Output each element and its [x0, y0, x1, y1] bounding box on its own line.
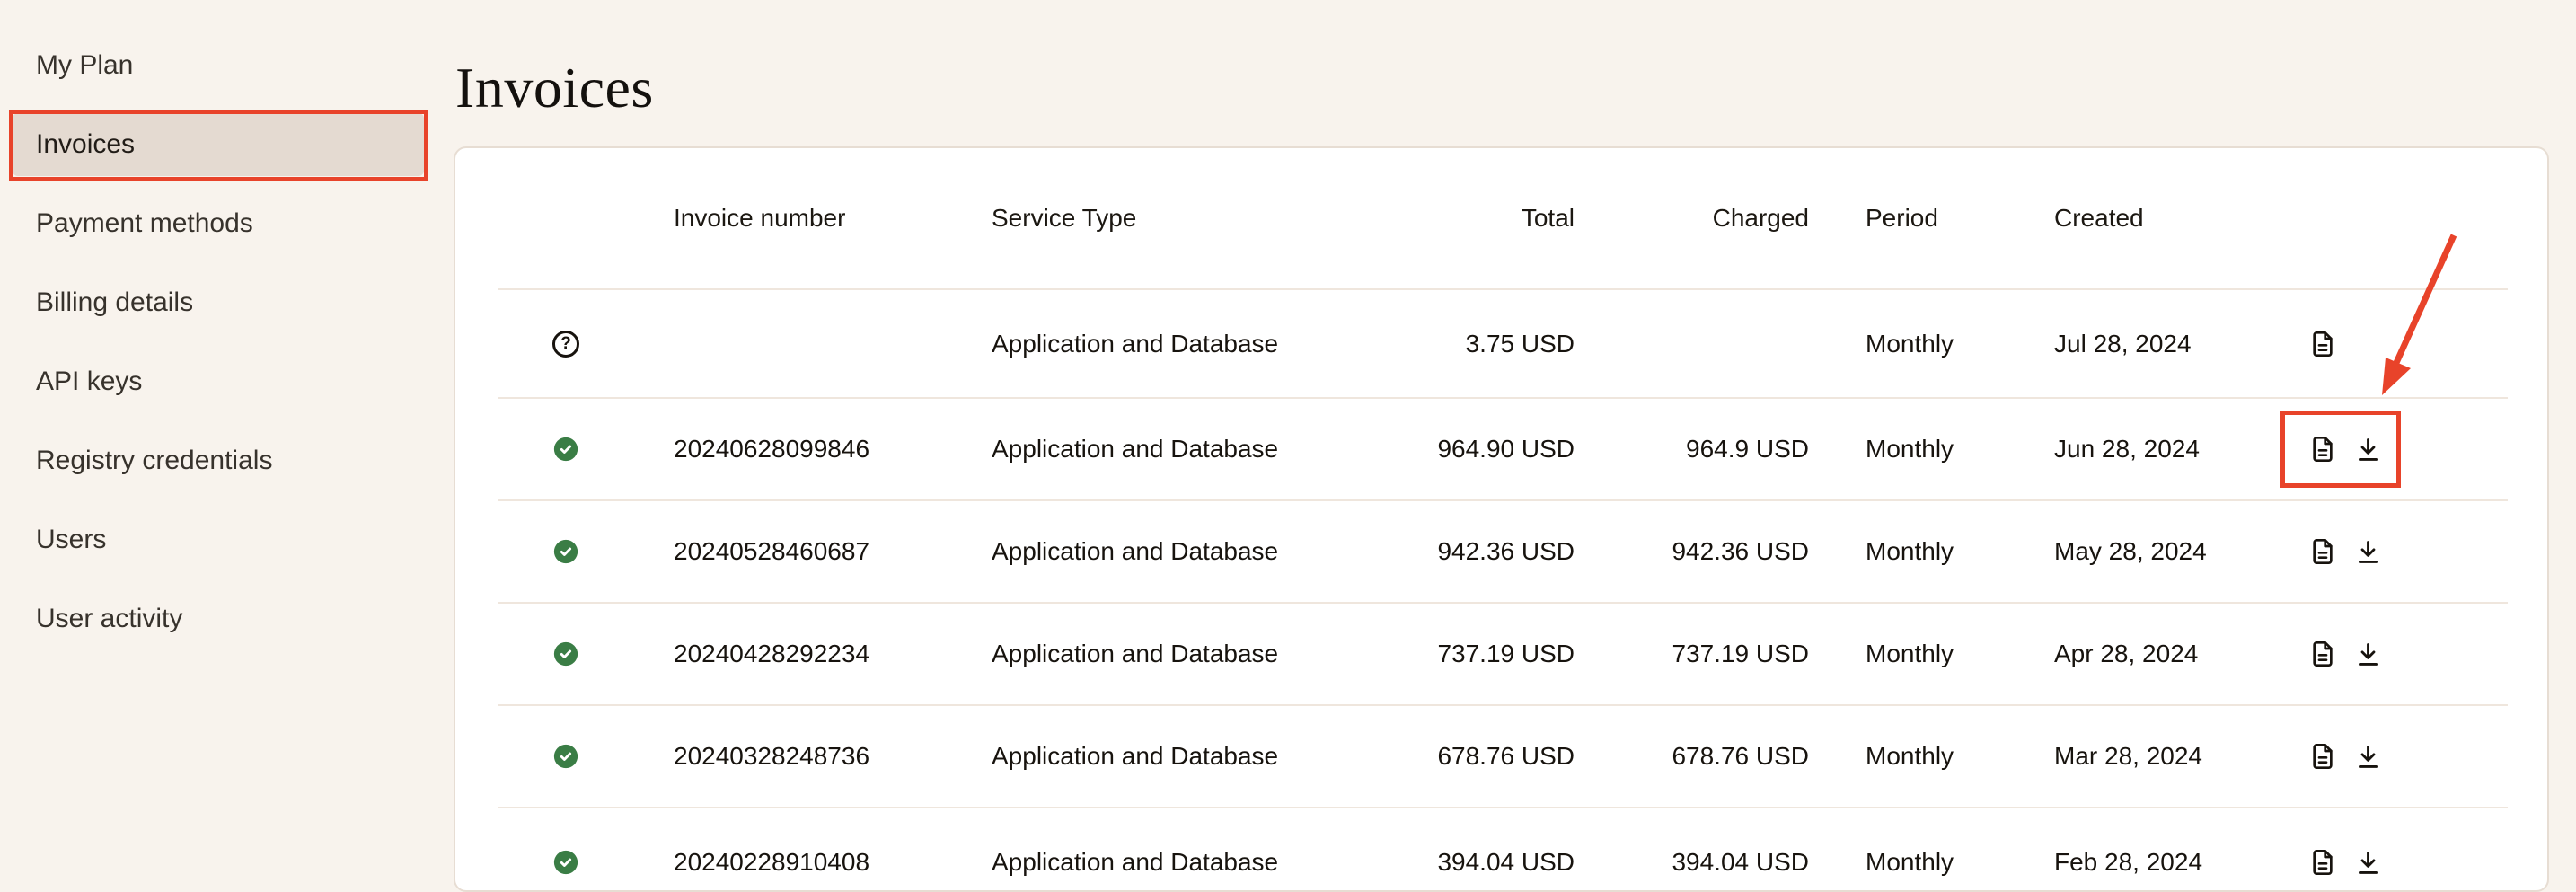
- invoice-total: 737.19 USD: [1396, 640, 1575, 668]
- view-invoice-file-icon[interactable]: [2307, 329, 2338, 359]
- invoice-created: Feb 28, 2024: [2054, 848, 2295, 877]
- invoice-period: Monthly: [1809, 537, 2054, 566]
- download-invoice-icon[interactable]: [2352, 741, 2383, 772]
- billing-sidebar: My Plan Invoices Payment methods Billing de…: [0, 0, 454, 853]
- invoice-total: 942.36 USD: [1396, 537, 1575, 566]
- invoices-table: Invoice number Service Type Total Charge…: [498, 148, 2508, 892]
- invoice-charged: 942.36 USD: [1575, 537, 1809, 566]
- invoice-charged: 678.76 USD: [1575, 742, 1809, 771]
- sidebar-item-registry-credentials[interactable]: Registry credentials: [0, 429, 454, 492]
- service-type: Application and Database: [992, 640, 1396, 668]
- invoice-number: 20240428292234: [674, 640, 992, 668]
- status-paid-icon: [552, 436, 579, 463]
- invoice-number: 20240228910408: [674, 848, 992, 877]
- table-row: ? 20240428292234 Application and Databas…: [498, 604, 2508, 706]
- actions-cell: [2295, 741, 2508, 772]
- charged-column-header: Charged: [1575, 204, 1809, 233]
- invoice-period: Monthly: [1809, 435, 2054, 464]
- invoice-created: Jun 28, 2024: [2054, 435, 2295, 464]
- invoice-created: Jul 28, 2024: [2054, 330, 2295, 358]
- status-unknown-icon[interactable]: ?: [552, 331, 579, 358]
- service-type: Application and Database: [992, 537, 1396, 566]
- invoice-charged: 964.9 USD: [1575, 435, 1809, 464]
- page-title: Invoices: [455, 55, 654, 121]
- view-invoice-file-icon[interactable]: [2307, 434, 2338, 464]
- sidebar-item-users[interactable]: Users: [0, 508, 454, 571]
- invoice-created: May 28, 2024: [2054, 537, 2295, 566]
- service-type: Application and Database: [992, 435, 1396, 464]
- invoice-period: Monthly: [1809, 848, 2054, 877]
- service-type: Application and Database: [992, 330, 1396, 358]
- invoice-number: 20240328248736: [674, 742, 992, 771]
- period-column-header: Period: [1809, 204, 2054, 233]
- table-row: ? 20240228910408 Application and Databas…: [498, 808, 2508, 892]
- invoice-number: 20240528460687: [674, 537, 992, 566]
- invoice-created: Apr 28, 2024: [2054, 640, 2295, 668]
- service-type: Application and Database: [992, 848, 1396, 877]
- invoices-page: Invoices Invoice number Service Type Tot…: [454, 0, 2576, 853]
- actions-cell: [2295, 434, 2508, 464]
- invoice-period: Monthly: [1809, 640, 2054, 668]
- view-invoice-file-icon[interactable]: [2307, 847, 2338, 878]
- download-invoice-icon[interactable]: [2352, 434, 2383, 464]
- table-row: ? 20240628099846 Application and Databas…: [498, 399, 2508, 501]
- status-cell: ?: [498, 331, 674, 358]
- total-column-header: Total: [1396, 204, 1575, 233]
- download-invoice-icon[interactable]: [2352, 639, 2383, 669]
- invoices-table-card: Invoice number Service Type Total Charge…: [454, 146, 2549, 892]
- status-paid-icon: [552, 640, 579, 667]
- table-row: ? Application and Database 3.75 USD Mont…: [498, 290, 2508, 399]
- sidebar-item-api-keys[interactable]: API keys: [0, 350, 454, 413]
- download-invoice-icon[interactable]: [2352, 847, 2383, 878]
- actions-cell: [2295, 329, 2508, 359]
- view-invoice-file-icon[interactable]: [2307, 536, 2338, 567]
- service-type: Application and Database: [992, 742, 1396, 771]
- table-row: ? 20240328248736 Application and Databas…: [498, 706, 2508, 808]
- view-invoice-file-icon[interactable]: [2307, 741, 2338, 772]
- sidebar-item-billing-details[interactable]: Billing details: [0, 271, 454, 334]
- status-cell: ?: [498, 538, 674, 565]
- sidebar-item-user-activity[interactable]: User activity: [0, 587, 454, 650]
- invoice-total: 964.90 USD: [1396, 435, 1575, 464]
- invoice-period: Monthly: [1809, 742, 2054, 771]
- status-paid-icon: [552, 538, 579, 565]
- status-cell: ?: [498, 436, 674, 463]
- actions-cell: [2295, 847, 2508, 878]
- invoice-number-column-header: Invoice number: [674, 204, 992, 233]
- table-header-row: Invoice number Service Type Total Charge…: [498, 148, 2508, 290]
- sidebar-item-invoices[interactable]: Invoices: [13, 113, 424, 176]
- invoice-charged: 737.19 USD: [1575, 640, 1809, 668]
- sidebar-item-my-plan[interactable]: My Plan: [0, 34, 454, 97]
- invoice-created: Mar 28, 2024: [2054, 742, 2295, 771]
- sidebar-item-payment-methods[interactable]: Payment methods: [0, 192, 454, 255]
- invoice-period: Monthly: [1809, 330, 2054, 358]
- actions-cell: [2295, 639, 2508, 669]
- table-row: ? 20240528460687 Application and Databas…: [498, 501, 2508, 604]
- created-column-header: Created: [2054, 204, 2295, 233]
- service-type-column-header: Service Type: [992, 204, 1396, 233]
- invoice-number: 20240628099846: [674, 435, 992, 464]
- status-paid-icon: [552, 743, 579, 770]
- status-cell: ?: [498, 640, 674, 667]
- invoice-charged: 394.04 USD: [1575, 848, 1809, 877]
- actions-cell: [2295, 536, 2508, 567]
- invoice-total: 3.75 USD: [1396, 330, 1575, 358]
- download-invoice-icon[interactable]: [2352, 536, 2383, 567]
- status-cell: ?: [498, 743, 674, 770]
- view-invoice-file-icon[interactable]: [2307, 639, 2338, 669]
- invoice-total: 394.04 USD: [1396, 848, 1575, 877]
- invoice-total: 678.76 USD: [1396, 742, 1575, 771]
